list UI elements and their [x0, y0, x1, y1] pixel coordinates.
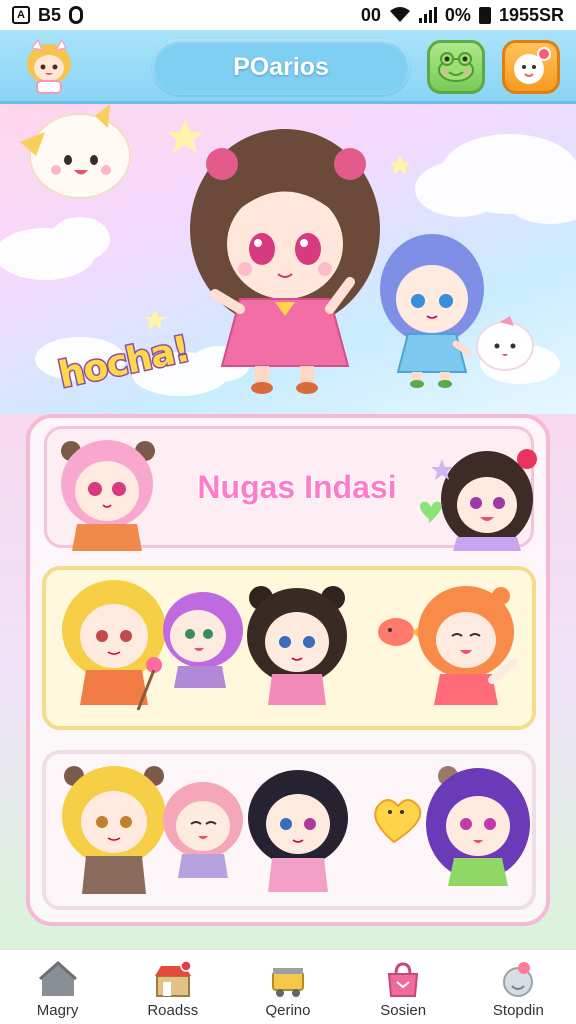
black-hair-bear-character — [247, 586, 347, 705]
nav-item-settings[interactable]: Stopdin — [461, 950, 576, 1024]
notification-icon: A — [12, 6, 30, 24]
bag-icon — [388, 962, 419, 997]
character-row-art-1 — [62, 580, 518, 711]
pink-short-hair-character — [163, 782, 243, 878]
featured-card-title: Nugas Indasi — [196, 468, 397, 506]
chat-button[interactable] — [502, 40, 560, 94]
nav-label-shop: Roadss — [147, 1002, 199, 1019]
blue-hair-character — [380, 234, 484, 388]
purple-green-hair-character — [163, 592, 243, 688]
status-right-text: 00 — [360, 4, 381, 25]
nav-item-shop[interactable]: Roadss — [115, 950, 230, 1024]
status-left-text: B5 — [38, 4, 62, 25]
app-header: POarios — [0, 30, 576, 104]
character-avatar-icon[interactable] — [20, 38, 78, 96]
signal-icon — [418, 7, 437, 23]
battery-icon — [478, 6, 491, 24]
frog-button[interactable] — [427, 40, 485, 94]
wifi-icon — [389, 7, 410, 22]
content-area: Nugas Indasi — [0, 414, 576, 949]
featured-card[interactable]: Nugas Indasi — [44, 426, 537, 551]
nav-item-home[interactable]: Magry — [0, 950, 115, 1024]
nav-label-bag: Sosien — [380, 1002, 427, 1019]
heart-mascot — [374, 799, 422, 844]
battery-percent: 0% — [444, 4, 471, 25]
nav-label-settings: Stopdin — [492, 1002, 544, 1019]
shop-icon — [154, 960, 192, 997]
character-row-art-2 — [62, 766, 530, 894]
dark-hair-character — [441, 449, 537, 551]
status-bar: A B5 00 0% 1955SR — [0, 0, 576, 30]
hero-banner: hocha! — [0, 104, 576, 414]
character-row-card-2[interactable] — [42, 750, 536, 910]
nav-label-gift: Qerino — [265, 1002, 311, 1019]
yellow-hair-character — [62, 580, 166, 711]
blonde-bear-character — [62, 766, 166, 894]
small-mascot — [476, 316, 534, 371]
gift-box-icon — [271, 968, 304, 997]
character-panel: Nugas Indasi — [26, 414, 550, 926]
nav-item-gift[interactable]: Qerino — [230, 950, 345, 1024]
orange-hair-character — [418, 586, 518, 705]
nav-item-bag[interactable]: Sosien — [346, 950, 461, 1024]
circle-icon — [69, 6, 84, 24]
settings-character-icon — [503, 962, 534, 997]
chat-face-icon — [514, 47, 551, 84]
nav-label-home: Magry — [36, 1002, 79, 1019]
character-row-card-1[interactable] — [42, 566, 536, 730]
pink-hair-character — [61, 440, 155, 551]
black-hair-character — [248, 770, 348, 892]
fluffy-mascot — [20, 104, 131, 199]
page-title: POarios — [233, 52, 329, 81]
purple-hair-character — [426, 766, 530, 886]
home-icon — [38, 960, 77, 996]
clock: 1955SR — [498, 4, 564, 25]
frog-face-icon — [438, 52, 474, 82]
title-pill: POarios — [152, 39, 410, 95]
bottom-nav: Magry Roadss Qerino Sosien Stopdin — [0, 949, 576, 1024]
